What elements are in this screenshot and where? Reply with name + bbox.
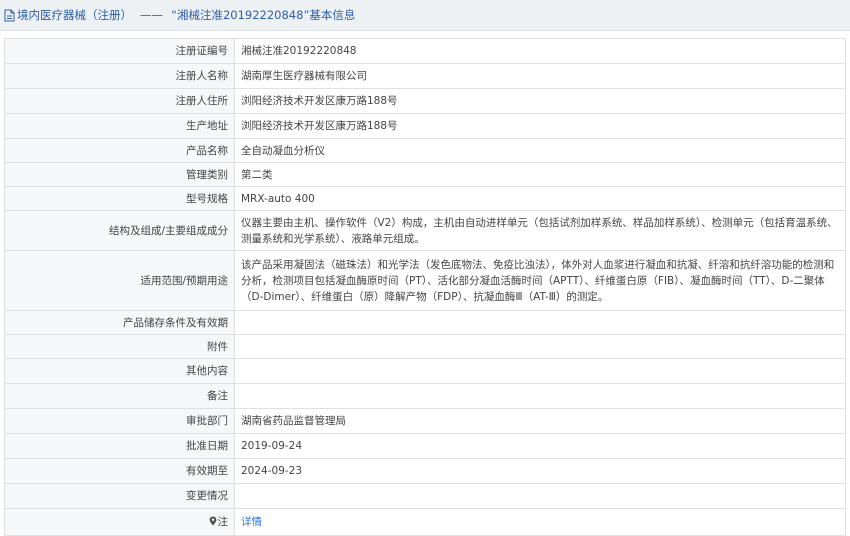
row-value bbox=[234, 334, 846, 359]
table-row: 管理类别 第二类 bbox=[4, 162, 846, 187]
record-title: “湘械注准20192220848”基本信息 bbox=[171, 8, 356, 22]
note-label: 注 bbox=[217, 516, 229, 528]
title-separator: —— bbox=[140, 8, 163, 22]
details-link[interactable]: 详情 bbox=[241, 516, 262, 528]
row-value bbox=[234, 483, 846, 509]
row-label: 变更情况 bbox=[4, 483, 235, 509]
row-label: 审批部门 bbox=[4, 408, 235, 434]
table-row: 注册人名称 湖南厚生医疗器械有限公司 bbox=[4, 63, 846, 89]
row-value: 湖南厚生医疗器械有限公司 bbox=[234, 63, 846, 89]
table-row: 型号规格 MRX-auto 400 bbox=[4, 186, 846, 211]
page-header: 境内医疗器械（注册） —— “湘械注准20192220848”基本信息 bbox=[0, 0, 850, 31]
row-value bbox=[234, 358, 846, 384]
row-label: 管理类别 bbox=[4, 162, 235, 187]
table-row: 结构及组成/主要组成成分 仪器主要由主机、操作软件（V2）构成，主机由自动进样单… bbox=[4, 210, 846, 251]
table-row: 审批部门 湖南省药品监督管理局 bbox=[4, 408, 846, 434]
row-label: 有效期至 bbox=[4, 458, 235, 484]
row-value: 湖南省药品监督管理局 bbox=[234, 408, 846, 434]
table-row: 批准日期 2019-09-24 bbox=[4, 433, 846, 459]
section-title: 境内医疗器械（注册） bbox=[17, 8, 132, 22]
row-label: 结构及组成/主要组成成分 bbox=[4, 210, 235, 251]
row-label: 其他内容 bbox=[4, 358, 235, 384]
row-label: 产品名称 bbox=[4, 138, 235, 163]
table-row-note: 注 详情 bbox=[4, 508, 846, 536]
row-value bbox=[234, 310, 846, 335]
table-row: 产品名称 全自动凝血分析仪 bbox=[4, 138, 846, 163]
row-value: 仪器主要由主机、操作软件（V2）构成，主机由自动进样单元（包括试剂加样系统、样品… bbox=[234, 210, 846, 251]
table-row: 产品储存条件及有效期 bbox=[4, 310, 846, 335]
info-table: 注册证编号 湘械注准20192220848 注册人名称 湖南厚生医疗器械有限公司… bbox=[4, 38, 846, 536]
table-row: 附件 bbox=[4, 334, 846, 359]
row-value: 第二类 bbox=[234, 162, 846, 187]
row-label: 注册证编号 bbox=[4, 38, 235, 64]
row-value: 2024-09-23 bbox=[234, 458, 846, 484]
note-value-cell: 详情 bbox=[234, 508, 846, 536]
table-row: 注册证编号 湘械注准20192220848 bbox=[4, 38, 846, 64]
row-value: 浏阳经济技术开发区康万路188号 bbox=[234, 88, 846, 114]
row-value: 浏阳经济技术开发区康万路188号 bbox=[234, 113, 846, 139]
table-row: 适用范围/预期用途 该产品采用凝固法（磁珠法）和光学法（发色底物法、免疫比浊法）… bbox=[4, 250, 846, 311]
note-label-cell: 注 bbox=[4, 508, 235, 536]
row-label: 备注 bbox=[4, 383, 235, 409]
table-row: 有效期至 2024-09-23 bbox=[4, 458, 846, 484]
document-icon bbox=[4, 9, 15, 22]
row-label: 附件 bbox=[4, 334, 235, 359]
row-label: 产品储存条件及有效期 bbox=[4, 310, 235, 335]
table-row: 其他内容 bbox=[4, 358, 846, 384]
table-row: 生产地址 浏阳经济技术开发区康万路188号 bbox=[4, 113, 846, 139]
row-value: 2019-09-24 bbox=[234, 433, 846, 459]
row-value: 全自动凝血分析仪 bbox=[234, 138, 846, 163]
row-label: 适用范围/预期用途 bbox=[4, 250, 235, 311]
row-label: 注册人名称 bbox=[4, 63, 235, 89]
table-row: 备注 bbox=[4, 383, 846, 409]
row-value bbox=[234, 383, 846, 409]
row-value: 该产品采用凝固法（磁珠法）和光学法（发色底物法、免疫比浊法），体外对人血浆进行凝… bbox=[234, 250, 846, 311]
row-label: 型号规格 bbox=[4, 186, 235, 211]
row-label: 批准日期 bbox=[4, 433, 235, 459]
row-label: 生产地址 bbox=[4, 113, 235, 139]
row-label: 注册人住所 bbox=[4, 88, 235, 114]
table-row: 变更情况 bbox=[4, 483, 846, 509]
table-row: 注册人住所 浏阳经济技术开发区康万路188号 bbox=[4, 88, 846, 114]
row-value: 湘械注准20192220848 bbox=[234, 38, 846, 64]
location-pin-icon bbox=[209, 515, 217, 526]
row-value: MRX-auto 400 bbox=[234, 186, 846, 211]
